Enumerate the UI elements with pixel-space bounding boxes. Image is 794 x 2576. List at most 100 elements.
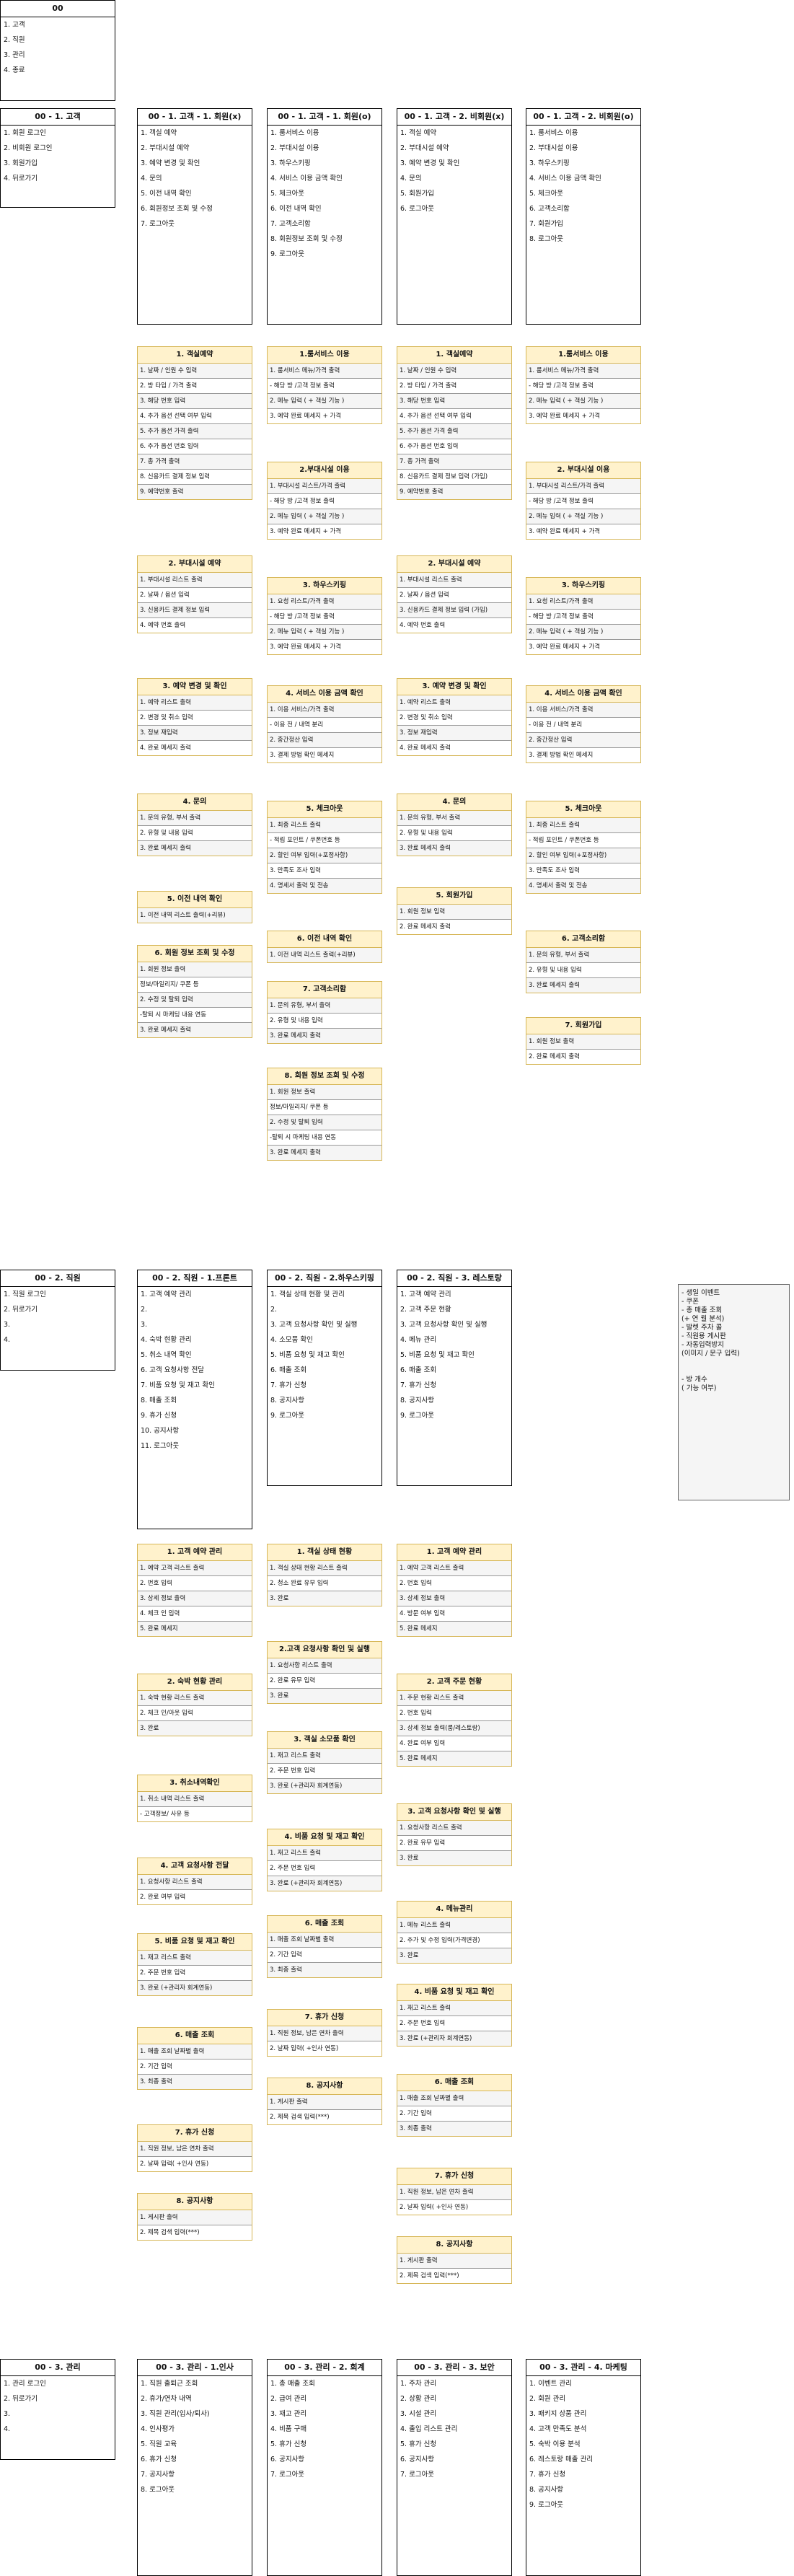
process-step: 3. 결제 방법 확인 메세지 <box>529 752 594 759</box>
process-card-title: 2. 부대시설 예약 <box>397 556 511 573</box>
menu-item: 2. 부대시설 예약 <box>141 144 190 152</box>
process-card-steps: 1. 회원 정보 출력 정보/마일리지/ 쿠폰 등 2. 수정 및 탈퇴 입력 -탈퇴… <box>268 1085 381 1160</box>
process-step: 1. 이용 서비스/가격 출력 <box>268 703 381 718</box>
process-card-steps: 1. 게시판 출력 2. 제목 검색 입력(***) <box>268 2095 381 2124</box>
process-step: 3. 상세 정보 출력(룸/레스토랑) <box>397 1721 511 1736</box>
process-card-title: 7. 회원가입 <box>526 1018 640 1034</box>
process-card-title: 2. 부대시설 이용 <box>526 462 640 479</box>
menu-box-title: 00 - 1. 고객 - 1. 회원(x) <box>138 109 252 126</box>
menu-item: 2. 회원 관리 <box>529 2395 566 2403</box>
menu-item: 5. 직원 교육 <box>141 2440 177 2448</box>
process-step: 9. 예약번호 출력 <box>138 485 252 499</box>
process-card-steps: 1. 이용 서비스/가격 출력 - 이용 전 / 내역 분리 2. 중간정산 입력 3… <box>526 703 640 762</box>
process-step: 1. 회원 정보 출력 <box>138 962 252 977</box>
process-card: 8. 공지사항 1. 게시판 출력 2. 제목 검색 입력(***) <box>267 2078 382 2125</box>
memo-line: ( 가능 여부) <box>681 1384 717 1392</box>
menu-item: 3. <box>141 1321 148 1329</box>
process-card-steps: 1. 이전 내역 리스트 출력(+리뷰) <box>268 948 381 962</box>
process-step: 3. 완료 메세지 출력 <box>138 841 252 856</box>
process-card: 1. 객실예약 1. 날짜 / 인원 수 입력 2. 방 타입 / 가격 출력 3. … <box>137 346 252 500</box>
process-step: - 적립 포인트 / 쿠폰번호 등 <box>268 833 381 848</box>
process-step: 2. 할인 여부 입력(+포정사항) <box>526 848 640 863</box>
menu-item: 1. 직원 로그인 <box>4 1291 46 1298</box>
process-step: - 해당 방 /고객 정보 출력 <box>526 610 640 625</box>
process-step: 6. 추가 옵션 번호 입력 <box>138 439 252 454</box>
menu-item: 2. 휴가/연차 내역 <box>141 2395 192 2403</box>
process-step: 1. 재고 리스트 출력 <box>268 1846 381 1861</box>
menu-box: 00 - 3. 관리 - 2. 회계 1. 총 매출 조회 2. 급여 관리 3. 재… <box>267 2359 382 2576</box>
process-step: 3. 완료 메세지 출력 <box>268 1029 381 1043</box>
process-step: 2. 변경 및 취소 입력 <box>397 711 511 726</box>
menu-item: 5. 체크아웃 <box>270 190 305 198</box>
process-step: - 고객정보/ 사유 등 <box>140 1811 190 1818</box>
menu-item: 4. 뒤로가기 <box>4 175 38 183</box>
process-step: 4. 예약 번호 출력 <box>400 622 446 629</box>
menu-item: 4. 출입 리스트 관리 <box>400 2425 458 2433</box>
menu-item: 6. 이전 내역 확인 <box>270 205 322 213</box>
process-step: - 해당 방 /고객 정보 출력 <box>526 494 640 509</box>
process-card-steps: 1. 날짜 / 인원 수 입력 2. 방 타입 / 가격 출력 3. 해당 번호 입… <box>138 364 252 499</box>
process-card-title: 4. 메뉴관리 <box>397 1902 511 1918</box>
process-step: 3. 예약 완료 메세지 + 가격 <box>529 528 601 535</box>
process-card: 6. 고객소리함 1. 문의 유형, 부서 출력 2. 유형 및 내용 입력 3. 완… <box>526 931 641 993</box>
process-step: - 해당 방 /고객 정보 출력 <box>268 610 381 625</box>
process-step: 1. 회원 정보 출력 <box>526 1034 640 1050</box>
process-step: 2. 주문 번호 입력 <box>138 1966 252 1981</box>
menu-item: 4. 고객 만족도 분석 <box>529 2425 587 2433</box>
menu-box-title: 00 - 3. 관리 - 3. 보안 <box>397 2360 511 2376</box>
process-step: 2. 메뉴 입력 ( + 객실 기능 ) <box>268 394 381 409</box>
menu-item: 6. 공지사항 <box>270 2456 305 2463</box>
process-card-steps: 1. 게시판 출력 2. 제목 검색 입력(***) <box>397 2254 511 2283</box>
process-step: 1. 숙박 현황 리스트 출력 <box>138 1691 252 1706</box>
menu-item: 3. <box>4 2410 11 2418</box>
process-step: 1. 재고 리스트 출력 <box>268 1749 381 1764</box>
process-card-steps: 1. 게시판 출력 2. 제목 검색 입력(***) <box>138 2210 252 2240</box>
process-step: 4. 체크 인 입력 <box>138 1606 252 1622</box>
menu-item: 1. 관리 로그인 <box>4 2380 46 2388</box>
process-step: 3. 완료 메세지 출력 <box>526 978 640 993</box>
process-card: 8. 회원 정보 조회 및 수정 1. 회원 정보 출력 정보/마일리지/ 쿠폰 등… <box>267 1068 382 1161</box>
menu-item: 6. 매출 조회 <box>270 1366 307 1374</box>
menu-item: 3. 재고 관리 <box>270 2410 307 2418</box>
process-card: 2. 부대시설 예약 1. 부대시설 리스트 출력 2. 날짜 / 옵션 입력 3. … <box>397 555 512 633</box>
process-step: 2. 체크 인/아웃 입력 <box>138 1706 252 1721</box>
process-step: 1. 문의 유형, 부서 출력 <box>268 998 381 1014</box>
process-card-title: 6. 회원 정보 조회 및 수정 <box>138 946 252 962</box>
menu-item: 3. 관리 <box>4 51 25 59</box>
process-card: 4. 문의 1. 문의 유형, 부서 출력 2. 유형 및 내용 입력 3. 완료 메… <box>137 794 252 856</box>
process-step: 3. 만족도 조사 입력 <box>268 863 381 879</box>
process-card-steps: 1. 객실 상태 현황 리스트 출력 2. 청소 완료 유무 입력 3. 완료 <box>268 1561 381 1606</box>
process-card-title: 6. 고객소리함 <box>526 931 640 948</box>
menu-item: 4. 문의 <box>141 175 162 183</box>
process-card-steps: 1. 이용 서비스/가격 출력 - 이용 전 / 내역 분리 2. 중간정산 입력 3… <box>268 703 381 762</box>
process-card-steps: 1. 문의 유형, 부서 출력 2. 유형 및 내용 입력 3. 완료 메세지 출력 <box>268 998 381 1043</box>
menu-item: 7. 고객소리함 <box>270 220 311 228</box>
process-step: 5. 완료 메세지 <box>397 1751 511 1766</box>
process-step: 4. 완료 메세지 출력 <box>140 744 191 752</box>
menu-item: 7. 회원가입 <box>529 220 564 228</box>
process-step: 3. 예약 완료 메세지 + 가격 <box>270 528 342 535</box>
menu-item: 6. 휴가 신청 <box>141 2456 177 2463</box>
menu-item: 6. 회원정보 조회 및 수정 <box>141 205 213 213</box>
menu-item: 8. 공지사항 <box>529 2486 564 2494</box>
process-card: 3. 하우스키핑 1. 요청 리스트/가격 출력 - 해당 방 /고객 정보 출력 2… <box>267 577 382 655</box>
process-card-steps: 1. 부대시설 리스트/가격 출력 - 해당 방 /고객 정보 출력 2. 메뉴 입… <box>268 479 381 539</box>
process-step: 3. 완료 (+관리자 회계연동) <box>138 1981 252 1995</box>
process-step: 3. 예약 완료 메세지 + 가격 <box>270 643 342 651</box>
process-step: 1. 예약 리스트 출력 <box>138 695 252 711</box>
process-step: - 적립 포인트 / 쿠폰번호 등 <box>526 833 640 848</box>
process-step: 1. 주문 현황 리스트 출력 <box>397 1691 511 1706</box>
menu-item: 3. 하우스키핑 <box>270 159 311 167</box>
process-step: 1. 요청 리스트/가격 출력 <box>526 594 640 610</box>
menu-item: 4. <box>4 1336 11 1344</box>
menu-item: 9. 로그아웃 <box>270 1412 305 1420</box>
menu-item: 2. 뒤로가기 <box>4 2395 38 2403</box>
menu-item: 4. 소모품 확인 <box>270 1336 313 1344</box>
process-card-title: 4. 서비스 이용 금액 확인 <box>526 686 640 703</box>
process-card-title: 3. 취소내역확인 <box>138 1775 252 1792</box>
process-step: 4. 추가 옵션 선택 여부 입력 <box>138 409 252 424</box>
menu-box: 00 - 3. 관리 - 3. 보안 1. 주차 관리 2. 상황 관리 3. 시설 … <box>397 2359 512 2576</box>
process-card-steps: 1. 부대시설 리스트 출력 2. 날짜 / 옵션 입력 3. 신용카드 결제 정보… <box>138 573 252 633</box>
process-card-title: 1. 객실 상태 현황 <box>268 1544 381 1561</box>
menu-item: 9. 로그아웃 <box>400 1412 435 1420</box>
